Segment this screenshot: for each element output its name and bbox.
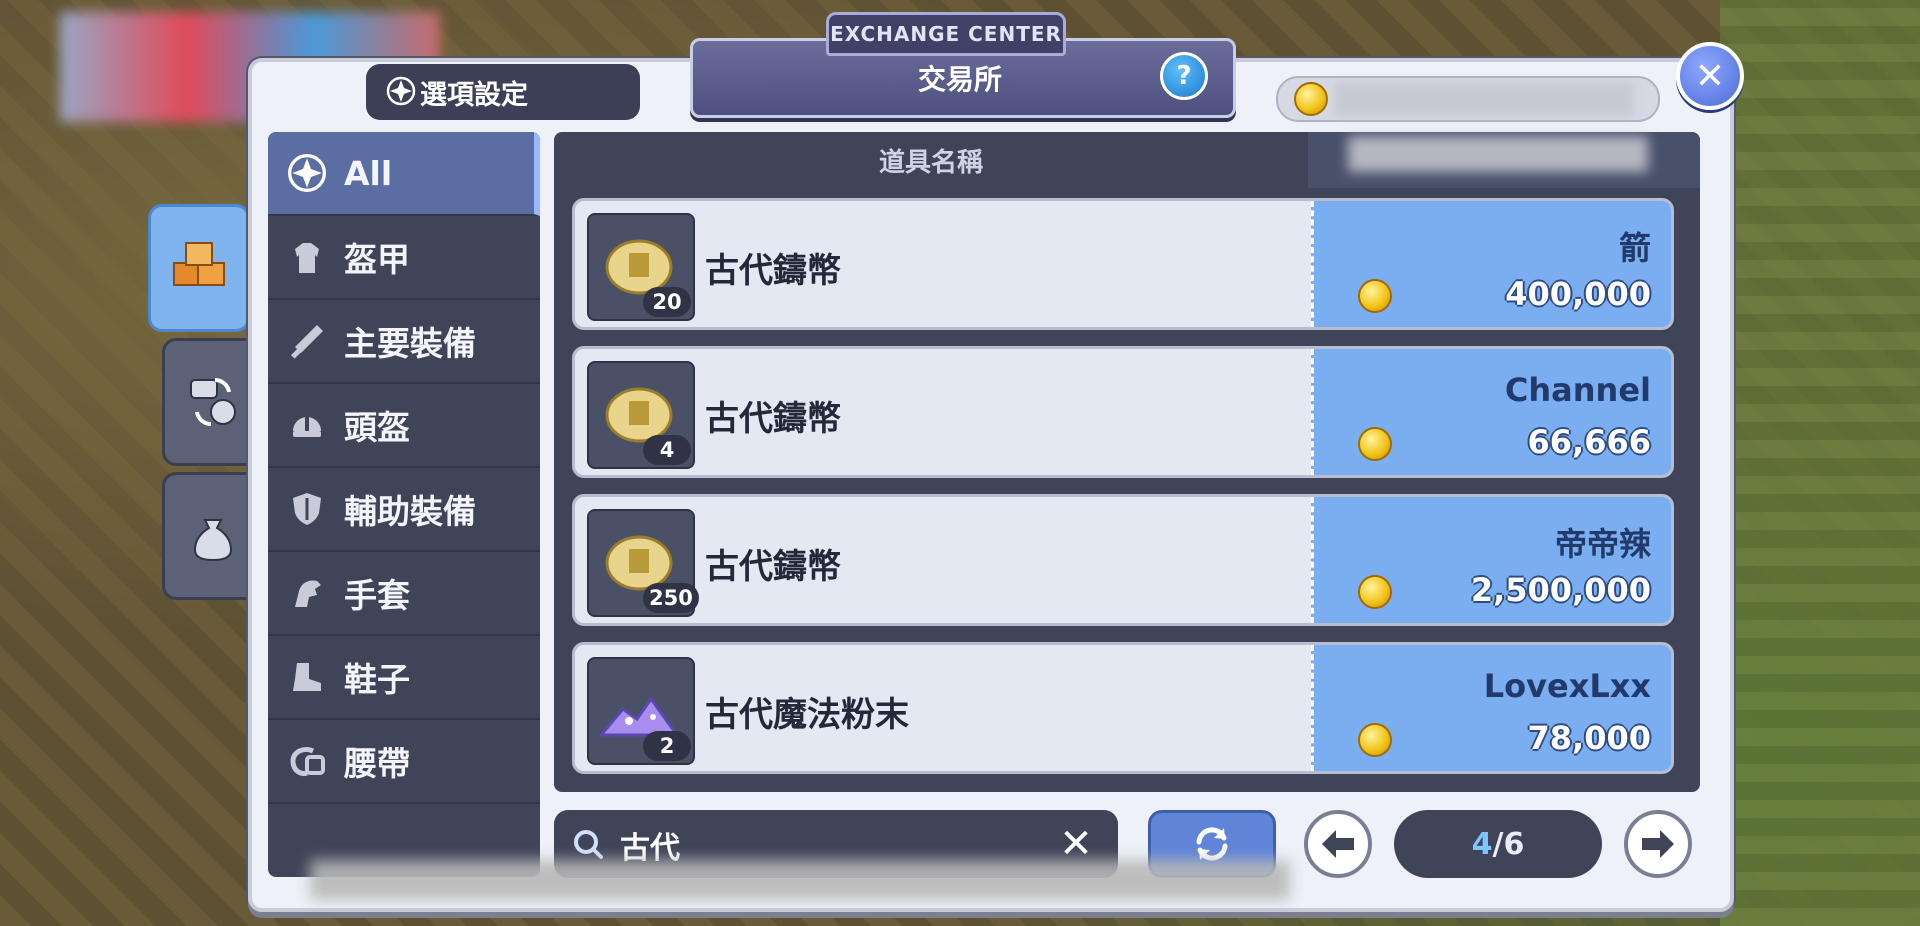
armor-icon	[286, 236, 328, 278]
listing-table: 道具名稱 20 古代鑄幣 箭 400,000 4 古代鑄幣 Channel 66…	[554, 132, 1700, 792]
boxes-icon	[173, 242, 225, 286]
coin-icon	[1358, 279, 1392, 313]
glove-icon	[286, 572, 328, 614]
category-list: All 盔甲 主要裝備 頭盔 輔助裝備 手套 鞋子 腰帶	[268, 132, 540, 877]
close-button[interactable]: ✕	[1676, 42, 1744, 110]
category-all[interactable]: All	[268, 132, 540, 216]
exchange-center-tab: EXCHANGE CENTER	[826, 12, 1066, 56]
category-label: 鞋子	[344, 660, 410, 699]
category-belt[interactable]: 腰帶	[268, 720, 540, 804]
help-button[interactable]: ?	[1160, 52, 1208, 100]
category-armor[interactable]: 盔甲	[268, 216, 540, 300]
next-page-button[interactable]	[1624, 810, 1692, 878]
compass-star-icon	[386, 76, 416, 106]
total-pages: /6	[1492, 826, 1525, 862]
category-gloves[interactable]: 手套	[268, 552, 540, 636]
price-value: 400,000	[1505, 275, 1651, 313]
category-sub-equipment[interactable]: 輔助裝備	[268, 468, 540, 552]
seller-price-cell: Channel 66,666	[1311, 349, 1671, 475]
coin-icon	[1358, 575, 1392, 609]
page-title: 交易所	[917, 63, 1002, 96]
current-page: 4	[1471, 826, 1493, 862]
seller-price-cell: 帝帝辣 2,500,000	[1311, 497, 1671, 623]
price-value: 66,666	[1527, 423, 1651, 461]
item-name: 古代鑄幣	[705, 547, 841, 587]
price-value: 2,500,000	[1470, 571, 1651, 609]
seller-name: LovexLxx	[1483, 667, 1651, 705]
item-name: 古代鑄幣	[705, 251, 841, 291]
currency-display	[1276, 76, 1660, 122]
prev-page-button[interactable]	[1304, 810, 1372, 878]
category-label: 主要裝備	[344, 324, 476, 363]
search-icon	[574, 830, 603, 859]
seller-name: Channel	[1504, 371, 1651, 409]
coin-icon	[1358, 427, 1392, 461]
seller-price-cell: LovexLxx 78,000	[1311, 645, 1671, 771]
item-name: 古代魔法粉末	[705, 695, 909, 735]
table-header: 道具名稱	[554, 132, 1700, 188]
column-header-item-name: 道具名稱	[878, 147, 983, 178]
helmet-icon	[286, 404, 328, 446]
category-label: 腰帶	[344, 744, 410, 783]
category-label: 輔助裝備	[344, 492, 476, 531]
category-label: 盔甲	[344, 240, 410, 279]
seller-name: 箭	[1618, 229, 1651, 267]
arrow-right-icon	[1642, 830, 1674, 858]
item-name: 古代鑄幣	[705, 399, 841, 439]
category-label: 手套	[344, 576, 410, 615]
category-label: 頭盔	[344, 408, 410, 447]
price-value: 78,000	[1527, 719, 1651, 757]
table-row[interactable]: 250 古代鑄幣 帝帝辣 2,500,000	[572, 494, 1674, 626]
table-row[interactable]: 4 古代鑄幣 Channel 66,666	[572, 346, 1674, 478]
quantity-badge: 20	[643, 287, 691, 317]
seller-name: 帝帝辣	[1554, 525, 1651, 563]
quantity-badge: 2	[643, 731, 691, 761]
table-row[interactable]: 2 古代魔法粉末 LovexLxx 78,000	[572, 642, 1674, 774]
belt-icon	[286, 740, 328, 782]
sword-icon	[286, 320, 328, 362]
coin-icon	[1358, 723, 1392, 757]
coin-icon	[1294, 82, 1328, 116]
boot-icon	[286, 656, 328, 698]
side-tab-buy[interactable]	[148, 204, 250, 332]
seller-price-cell: 箭 400,000	[1311, 201, 1671, 327]
blurred-overlay	[310, 860, 1290, 900]
options-button[interactable]: 選項設定	[366, 64, 640, 120]
category-helmet[interactable]: 頭盔	[268, 384, 540, 468]
compass-star-icon	[286, 152, 328, 194]
quantity-badge: 250	[643, 583, 699, 613]
close-icon: ✕	[1694, 55, 1726, 97]
options-label: 選項設定	[420, 79, 528, 111]
redacted-header	[1348, 136, 1648, 172]
quantity-badge: 4	[643, 435, 691, 465]
currency-amount-redacted	[1334, 82, 1634, 116]
arrow-left-icon	[1322, 830, 1354, 858]
column-header-seller-price	[1308, 132, 1700, 188]
shield-icon	[286, 488, 328, 530]
category-main-weapon[interactable]: 主要裝備	[268, 300, 540, 384]
category-shoes[interactable]: 鞋子	[268, 636, 540, 720]
table-row[interactable]: 20 古代鑄幣 箭 400,000	[572, 198, 1674, 330]
swap-icon	[190, 377, 236, 427]
question-icon: ?	[1176, 61, 1192, 91]
sack-icon	[193, 519, 233, 562]
page-indicator: 4/6	[1394, 810, 1602, 878]
category-label: All	[344, 153, 393, 193]
